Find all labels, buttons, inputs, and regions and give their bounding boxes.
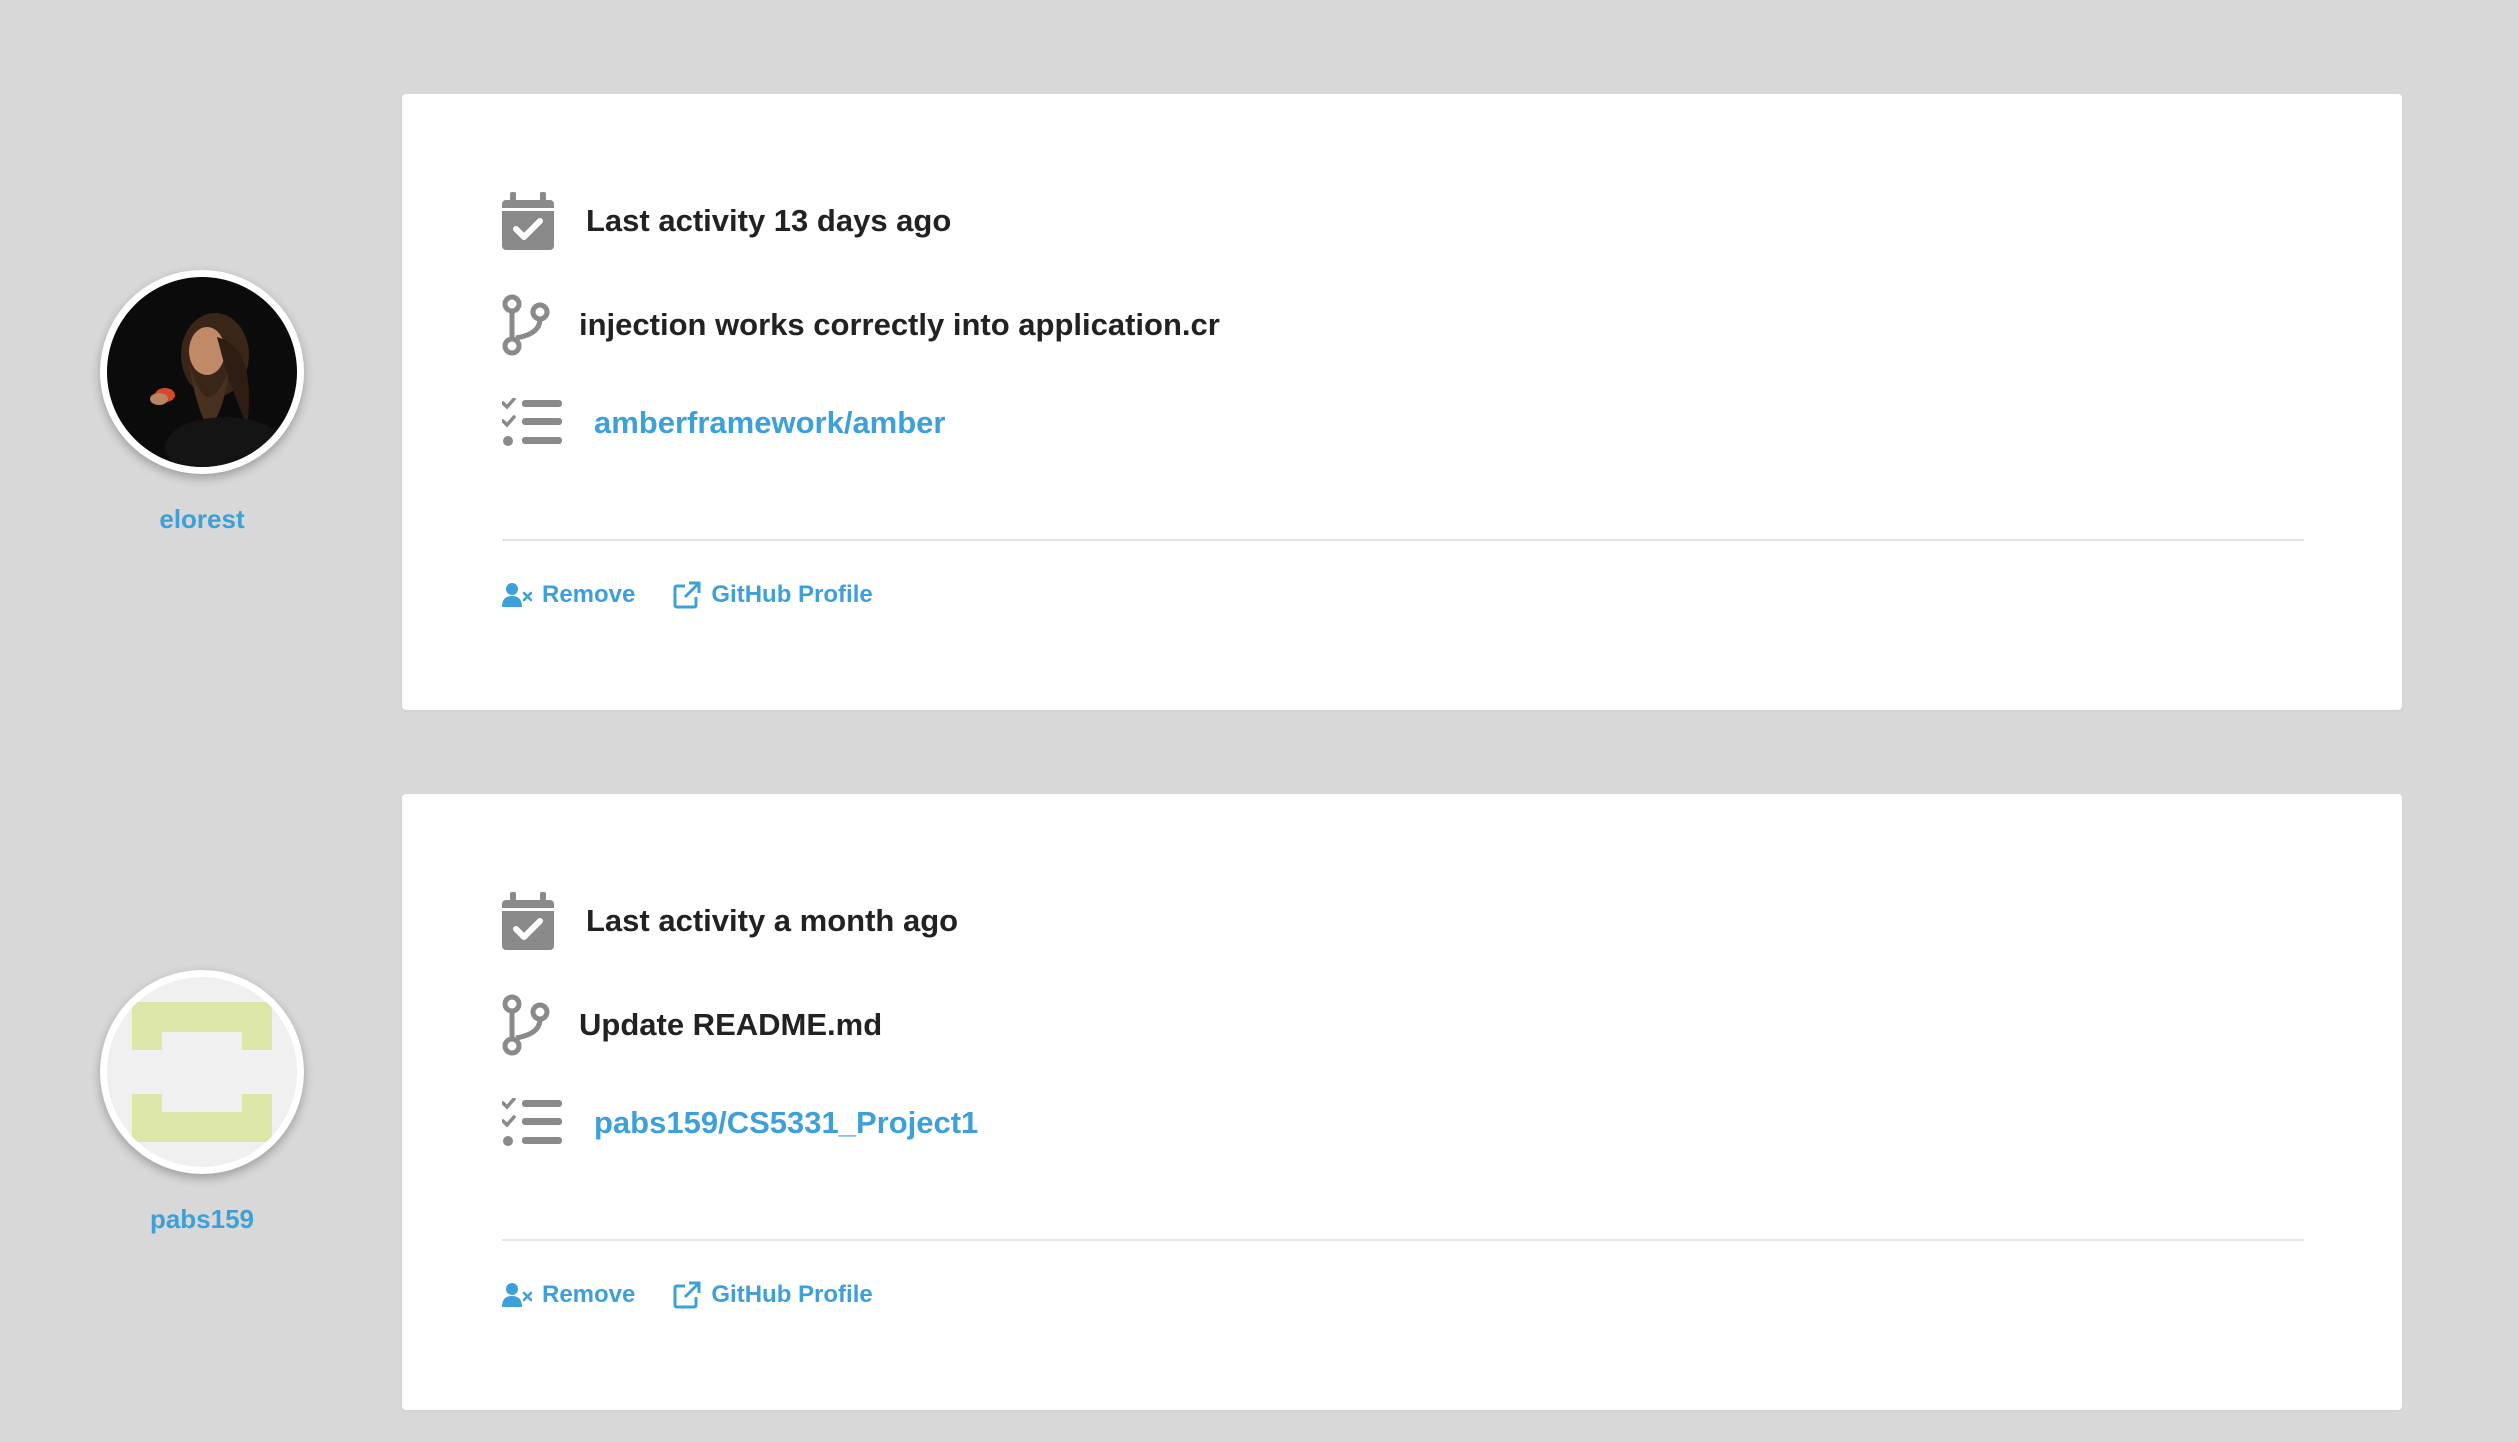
activity-feed: elorest Last activity 13 days ago inject… xyxy=(0,0,2518,1442)
last-activity-row: Last activity a month ago xyxy=(502,892,958,950)
card-actions: Remove GitHub Profile xyxy=(502,1281,911,1309)
code-branch-icon xyxy=(502,294,579,356)
avatar[interactable] xyxy=(100,270,304,474)
commit-row: Update README.md xyxy=(502,994,882,1056)
activity-entry: elorest Last activity 13 days ago inject… xyxy=(0,94,2518,710)
repository-row: amberframework/amber xyxy=(502,398,946,448)
identicon-icon xyxy=(107,977,297,1167)
divider xyxy=(502,539,2304,541)
calendar-check-icon xyxy=(502,192,586,250)
tasks-list-icon xyxy=(502,398,594,448)
user-column: elorest xyxy=(100,270,304,535)
external-link-icon xyxy=(673,581,701,609)
github-profile-button[interactable]: GitHub Profile xyxy=(673,1281,873,1309)
commit-message: Update README.md xyxy=(579,1007,883,1042)
github-profile-button[interactable]: GitHub Profile xyxy=(673,581,873,609)
avatar[interactable] xyxy=(100,970,304,1174)
repository-link[interactable]: amberframework/amber xyxy=(594,405,946,441)
activity-entry: pabs159 Last activity a month ago Update… xyxy=(0,794,2518,1410)
github-profile-label: GitHub Profile xyxy=(711,581,873,608)
card-actions: Remove GitHub Profile xyxy=(502,581,911,609)
last-activity-row: Last activity 13 days ago xyxy=(502,192,951,250)
tasks-list-icon xyxy=(502,1098,594,1148)
user-times-icon xyxy=(502,583,532,607)
last-activity-text: Last activity a month ago xyxy=(586,903,959,938)
commit-message: injection works correctly into applicati… xyxy=(579,307,1220,342)
username-link[interactable]: pabs159 xyxy=(150,1204,254,1235)
remove-label: Remove xyxy=(542,581,636,608)
divider xyxy=(502,1239,2304,1241)
last-activity-text: Last activity 13 days ago xyxy=(586,203,952,238)
activity-card: Last activity a month ago Update README.… xyxy=(402,794,2402,1410)
repository-link[interactable]: pabs159/CS5331_Project1 xyxy=(594,1105,978,1141)
commit-row: injection works correctly into applicati… xyxy=(502,294,1220,356)
remove-button[interactable]: Remove xyxy=(502,1281,635,1309)
repository-row: pabs159/CS5331_Project1 xyxy=(502,1098,978,1148)
external-link-icon xyxy=(673,1281,701,1309)
person-photo-icon xyxy=(107,277,297,467)
username-link[interactable]: elorest xyxy=(159,504,244,535)
code-branch-icon xyxy=(502,994,579,1056)
remove-button[interactable]: Remove xyxy=(502,581,635,609)
calendar-check-icon xyxy=(502,892,586,950)
github-profile-label: GitHub Profile xyxy=(711,1281,873,1308)
activity-card: Last activity 13 days ago injection work… xyxy=(402,94,2402,710)
user-times-icon xyxy=(502,1283,532,1307)
user-column: pabs159 xyxy=(100,970,304,1235)
remove-label: Remove xyxy=(542,1281,636,1308)
